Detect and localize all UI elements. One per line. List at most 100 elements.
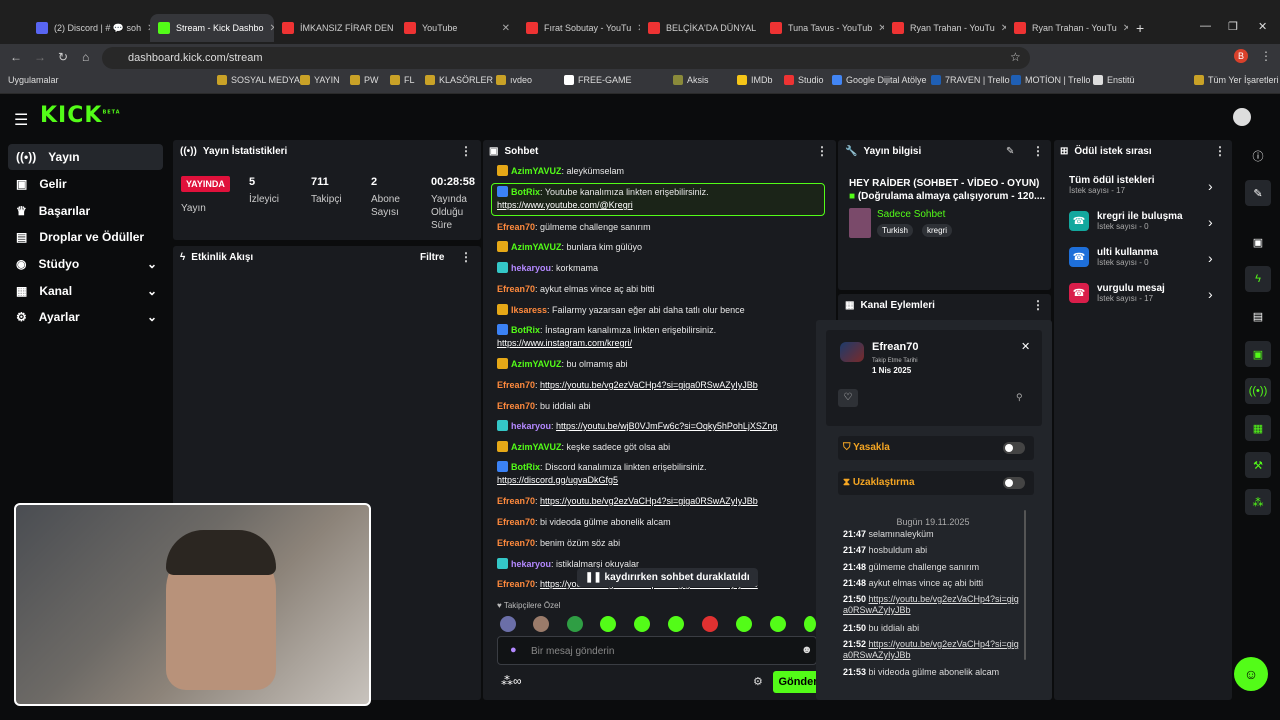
emote-icon[interactable] xyxy=(736,616,752,632)
emote-icon[interactable] xyxy=(702,616,718,632)
all-rewards-item[interactable]: Tüm ödül istekleri İstek sayısı - 17 xyxy=(1069,175,1155,195)
chat-username[interactable]: Efrean70 xyxy=(497,222,535,232)
chat-message[interactable]: BotRix: İnstagram kanalımıza linkten eri… xyxy=(497,324,822,350)
menu-icon[interactable]: ⋮ xyxy=(1260,49,1272,63)
more-icon[interactable]: ⋮ xyxy=(1032,144,1044,158)
chat-link[interactable]: https://youtu.be/vg2ezVaCHp4?si=giga0RSw… xyxy=(540,380,758,390)
history-link[interactable]: https://youtu.be/vg2ezVaCHp4?si=giga0RSw… xyxy=(843,594,1019,615)
chat-message[interactable]: AzimYAVUZ: bu olmamış abi xyxy=(497,358,822,371)
close-icon[interactable]: ✕ xyxy=(1021,340,1030,353)
maximize-icon[interactable]: ❐ xyxy=(1228,20,1238,33)
chat-username[interactable]: AzimYAVUZ xyxy=(511,359,562,369)
bookmark-folder[interactable]: FL xyxy=(390,75,415,85)
close-icon[interactable]: ✕ xyxy=(502,23,510,34)
bookmark-apps[interactable]: Uygulamalar xyxy=(8,75,59,85)
channel-icon[interactable]: ▦ xyxy=(1245,415,1271,441)
bookmark-folder[interactable]: KLASÖRLER xyxy=(425,75,493,85)
sidebar-item-studyo[interactable]: ◉ Stüdyo ⌄ xyxy=(8,251,163,277)
bookmark-folder[interactable]: ıvdeo xyxy=(496,75,532,85)
forward-icon[interactable]: → xyxy=(34,50,46,64)
chat-username[interactable]: Efrean70 xyxy=(497,284,535,294)
chevron-right-icon[interactable]: › xyxy=(1208,214,1213,230)
chat-input[interactable]: ● Bir mesaj gönderin ☻ xyxy=(497,636,817,665)
chat-username[interactable]: Efrean70 xyxy=(497,517,535,527)
chat-username[interactable]: Iksaress xyxy=(511,305,547,315)
tag-chip[interactable]: Turkish xyxy=(877,224,913,237)
chat-username[interactable]: hekaryou xyxy=(511,421,551,431)
chat-username[interactable]: hekaryou xyxy=(511,559,551,569)
chat-message[interactable]: Efrean70: benim özüm söz abi xyxy=(497,537,822,550)
back-icon[interactable]: ← xyxy=(10,50,22,64)
chat-username[interactable]: Efrean70 xyxy=(497,401,535,411)
chat-message[interactable]: Efrean70: aykut elmas vince aç abi bitti xyxy=(497,283,822,296)
sidebar-item-droplar[interactable]: ▤ Droplar ve Ödüller xyxy=(8,224,163,250)
chat-username[interactable]: BotRix xyxy=(511,462,540,472)
tab-youtube-7[interactable]: Ryan Trahan - YouTu ✕ xyxy=(1006,14,1128,42)
chat-message[interactable]: BotRix: Discord kanalımıza linkten erişe… xyxy=(497,461,822,487)
history-scrollbar[interactable] xyxy=(1024,510,1026,660)
chat-username[interactable]: Efrean70 xyxy=(497,538,535,548)
chevron-right-icon[interactable]: › xyxy=(1208,286,1213,302)
profile-avatar[interactable]: B xyxy=(1234,49,1248,63)
chat-link[interactable]: https://www.youtube.com/@Kregri xyxy=(497,200,633,210)
bookmark-item[interactable]: MOTİON | Trello xyxy=(1011,75,1090,85)
bolt-icon[interactable]: ϟ xyxy=(1245,266,1271,292)
emote-icon[interactable] xyxy=(770,616,786,632)
timeout-toggle[interactable] xyxy=(1003,477,1025,489)
chat-username[interactable]: BotRix xyxy=(511,187,540,197)
tab-youtube-4[interactable]: BELÇİKA'DA DÜNYAL✕ xyxy=(640,14,762,42)
home-icon[interactable]: ⌂ xyxy=(82,50,89,64)
sidebar-item-basarilar[interactable]: ♛ Başarılar xyxy=(8,198,163,224)
emote-icon[interactable] xyxy=(634,616,650,632)
chevron-right-icon[interactable]: › xyxy=(1208,250,1213,266)
chat-link[interactable]: https://discord.gg/ugvaDkGfg5 xyxy=(497,475,618,485)
reward-item[interactable]: ☎ ulti kullanma İstek sayısı - 0 xyxy=(1069,247,1158,267)
chat-message[interactable]: BotRix: Youtube kanalımıza linkten erişe… xyxy=(497,186,822,212)
chat-message[interactable]: Efrean70: bu iddialı abi xyxy=(497,400,822,413)
info-icon[interactable]: ⓘ xyxy=(1245,143,1271,169)
emote-icon[interactable] xyxy=(668,616,684,632)
document-icon[interactable]: ▤ xyxy=(1245,303,1271,329)
chevron-right-icon[interactable]: › xyxy=(1208,178,1213,194)
chat-message[interactable]: Efrean70: gülmeme challenge sanırım xyxy=(497,221,822,234)
chat-username[interactable]: AzimYAVUZ xyxy=(511,442,562,452)
address-bar[interactable]: dashboard.kick.com/stream xyxy=(102,47,1030,69)
chat-paused-notice[interactable]: ❚❚ kaydırırken sohbet duraklatıldı xyxy=(577,568,758,587)
chat-username[interactable]: Efrean70 xyxy=(497,496,535,506)
window-close-icon[interactable]: ✕ xyxy=(1258,20,1267,33)
edit-icon[interactable]: ✎ xyxy=(1006,146,1014,157)
tab-discord[interactable]: (2) Discord | # 💬 soh✕ xyxy=(28,14,150,42)
pin-icon[interactable]: ⚲ xyxy=(1016,392,1023,403)
hamburger-menu-icon[interactable]: ☰ xyxy=(14,110,28,130)
sidebar-item-yayin[interactable]: ((•)) Yayın xyxy=(8,144,163,170)
bookmark-folder[interactable]: YAYIN xyxy=(300,75,340,85)
chat-link[interactable]: https://youtu.be/vg2ezVaCHp4?si=giga0RSw… xyxy=(540,496,758,506)
more-icon[interactable]: ⋮ xyxy=(816,144,828,158)
emote-avatar[interactable] xyxy=(500,616,516,632)
chat-username[interactable]: BotRix xyxy=(511,325,540,335)
reload-icon[interactable]: ↻ xyxy=(58,50,68,64)
user-avatar[interactable] xyxy=(1233,108,1251,126)
sidebar-item-kanal[interactable]: ▦ Kanal ⌄ xyxy=(8,278,163,304)
support-button[interactable]: ☺ xyxy=(1234,657,1268,691)
chat-message[interactable]: Efrean70: https://youtu.be/vg2ezVaCHp4?s… xyxy=(497,495,822,508)
share-icon[interactable]: ⁂ xyxy=(1245,489,1271,515)
chat-username[interactable]: AzimYAVUZ xyxy=(511,242,562,252)
bookmark-item[interactable]: Google Dijital Atölye xyxy=(832,75,927,85)
chat-message[interactable]: hekaryou: https://youtu.be/wjB0VJmFw6c?s… xyxy=(497,420,822,433)
heart-icon[interactable]: ♡ xyxy=(838,389,858,407)
more-icon[interactable]: ⋮ xyxy=(460,250,472,264)
bookmark-folder[interactable]: SOSYAL MEDYA xyxy=(217,75,300,85)
chat-username[interactable]: AzimYAVUZ xyxy=(511,166,562,176)
emote-icon[interactable] xyxy=(567,616,583,632)
chat-link[interactable]: https://youtu.be/wjB0VJmFw6c?si=Oqky5hPo… xyxy=(556,421,777,431)
chat-username[interactable]: hekaryou xyxy=(511,263,551,273)
bookmark-item[interactable]: 7RAVEN | Trello xyxy=(931,75,1010,85)
tab-youtube-1[interactable]: İMKANSIZ FİRAR DEN✕ xyxy=(274,14,396,42)
chat-message[interactable]: Iksaress: Failarmy yazarsan eğer abi dah… xyxy=(497,304,822,317)
ban-toggle[interactable] xyxy=(1003,442,1025,454)
tab-youtube-5[interactable]: Tuna Tavus - YouTub ✕ xyxy=(762,14,884,42)
more-icon[interactable]: ⋮ xyxy=(1032,298,1044,312)
chat-settings-icon[interactable]: ⚙ xyxy=(753,675,763,688)
tab-kick-dashboard[interactable]: Stream - Kick Dashbo ✕ xyxy=(150,14,274,42)
